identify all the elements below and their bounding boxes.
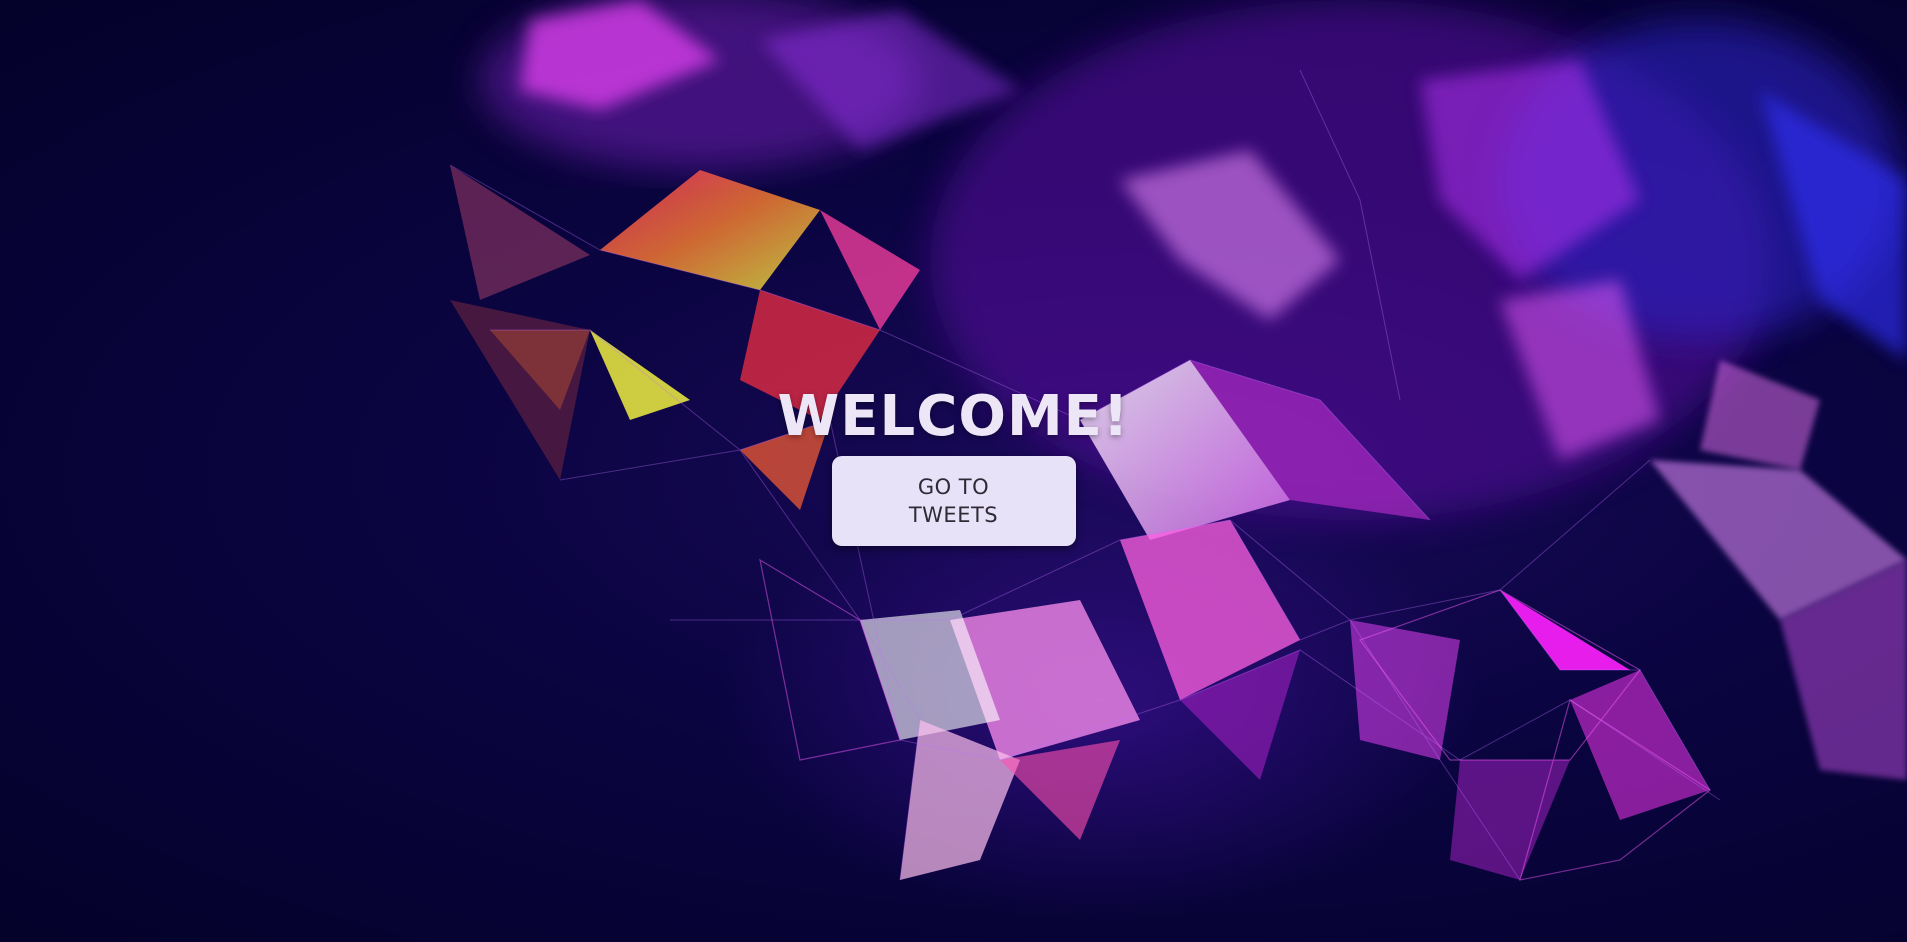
welcome-title: WELCOME!: [777, 384, 1130, 449]
welcome-page: WELCOME! GO TO TWEETS: [0, 0, 1907, 942]
go-to-tweets-button[interactable]: GO TO TWEETS: [831, 456, 1076, 546]
go-to-tweets-label: GO TO TWEETS: [908, 475, 999, 527]
hero-section: WELCOME! GO TO TWEETS: [0, 382, 1907, 546]
